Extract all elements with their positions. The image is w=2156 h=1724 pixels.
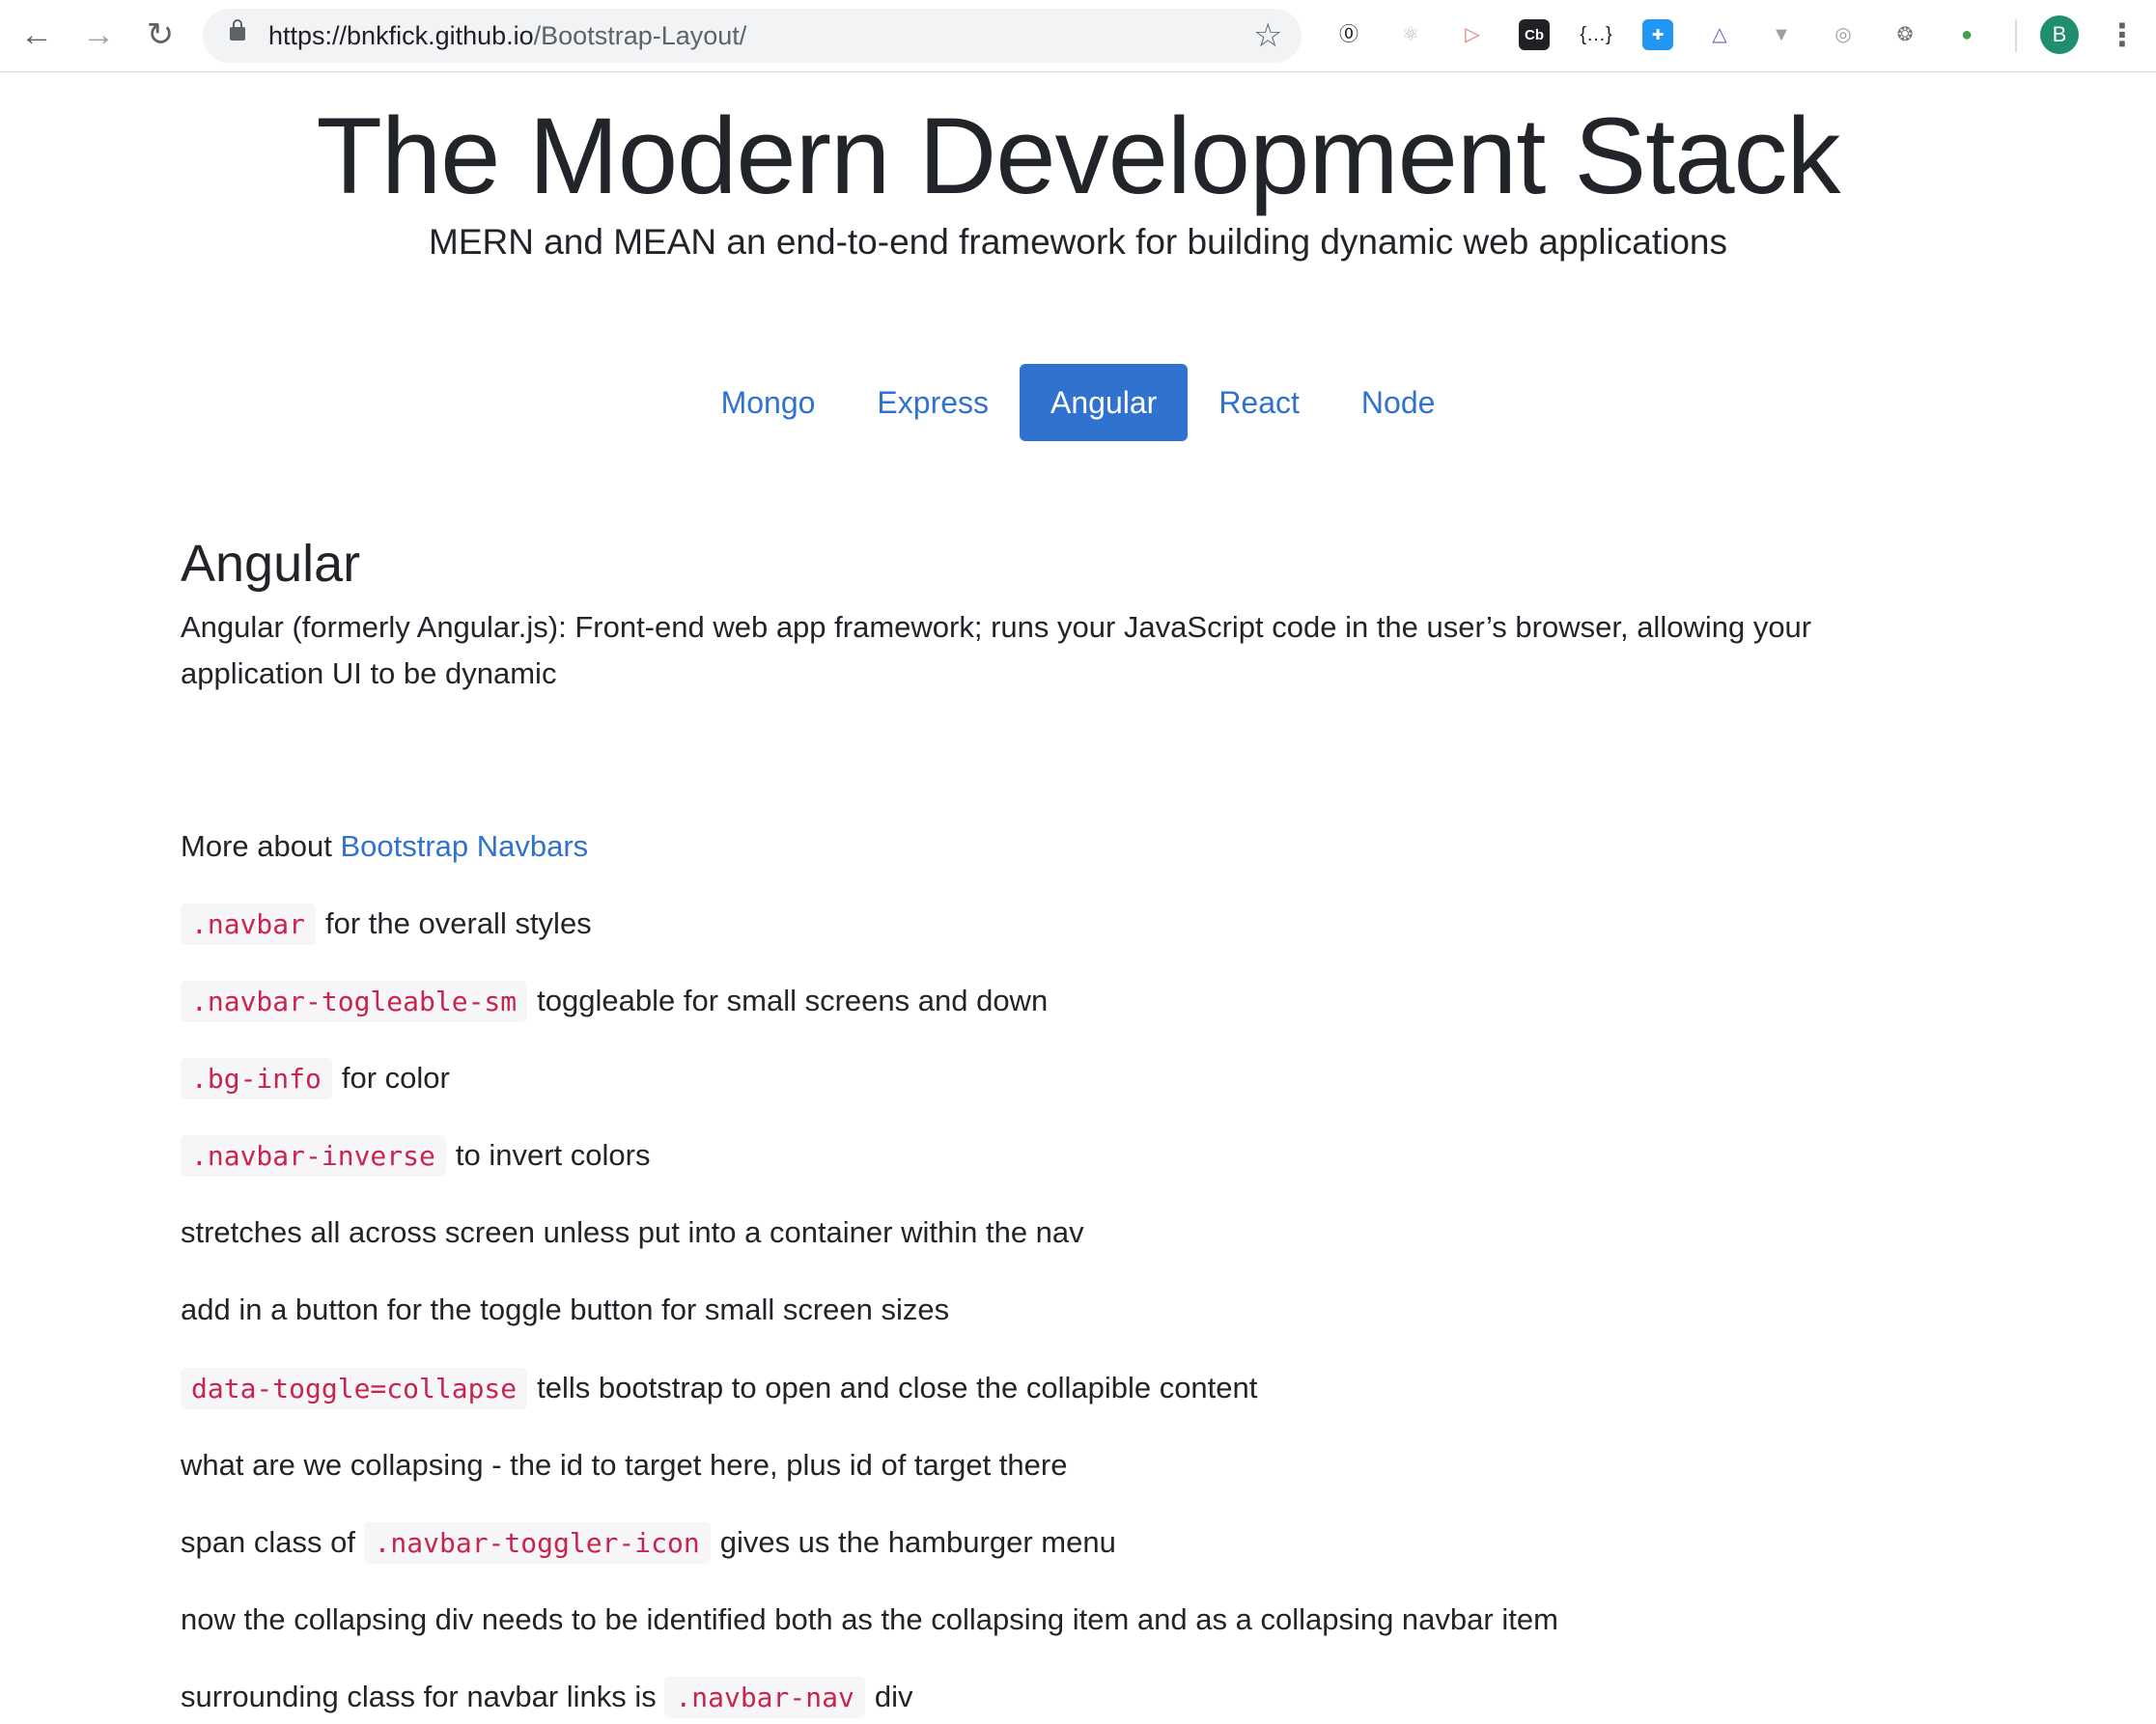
bug-icon[interactable]: ❂	[1890, 19, 1920, 50]
tab-react[interactable]: React	[1188, 364, 1330, 441]
onepassword-icon[interactable]: ⓪	[1333, 19, 1364, 50]
tab-mongo[interactable]: Mongo	[690, 364, 847, 441]
note-text: gives us the hamburger menu	[719, 1525, 1116, 1559]
code-snippet: .navbar-inverse	[181, 1135, 446, 1177]
vue-devtools-icon[interactable]: ▼	[1766, 19, 1797, 50]
note-item: what are we collapsing - the id to targe…	[181, 1442, 1067, 1488]
tab-content: Angular Angular (formerly Angular.js): F…	[181, 529, 1976, 697]
globe-icon[interactable]: ●	[1951, 19, 1982, 50]
code-snippet: .navbar	[181, 904, 317, 945]
note-text: to invert colors	[455, 1138, 651, 1172]
share-arrow-icon[interactable]: ▷	[1457, 19, 1488, 50]
bootstrap-navbars-link[interactable]: Bootstrap Navbars	[340, 829, 588, 863]
menu-kebab-icon[interactable]: ⋮	[2105, 15, 2140, 54]
bookmark-star-icon[interactable]: ☆	[1253, 16, 1282, 55]
profile-avatar[interactable]: B	[2040, 15, 2079, 54]
note-text: add in a button for the toggle button fo…	[181, 1293, 950, 1326]
react-devtools-icon[interactable]: ⚛	[1395, 19, 1426, 50]
page-subtitle: MERN and MEAN an end-to-end framework fo…	[429, 222, 1727, 262]
code-snippet: .bg-info	[181, 1058, 332, 1099]
more-about-label: More about	[181, 829, 341, 863]
ruler-icon[interactable]: △	[1704, 19, 1735, 50]
note-item: surrounding class for navbar links is .n…	[181, 1674, 912, 1721]
plus-extension-icon[interactable]: ✚	[1642, 19, 1673, 50]
browser-toolbar: ← → ↻ https://bnkfick.github.io/Bootstra…	[0, 0, 2156, 72]
stack-nav-pills: Mongo Express Angular React Node	[0, 364, 2156, 441]
note-text: now the collapsing div needs to be ident…	[181, 1602, 1558, 1636]
page-title: The Modern Development Stack	[316, 96, 1840, 216]
note-item: .navbar-inverse to invert colors	[181, 1132, 650, 1180]
note-item: span class of .navbar-toggler-icon gives …	[181, 1519, 1116, 1567]
tab-express[interactable]: Express	[846, 364, 1020, 441]
code-snippet: .navbar-nav	[664, 1677, 865, 1718]
note-item: stretches all across screen unless put i…	[181, 1210, 1084, 1256]
note-item: .navbar for the overall styles	[181, 901, 592, 948]
note-text: for color	[341, 1061, 450, 1095]
lock-icon	[230, 19, 245, 41]
json-viewer-icon[interactable]: {…}	[1580, 19, 1611, 50]
code-snippet: .navbar-toggler-icon	[363, 1522, 711, 1564]
reload-icon[interactable]: ↻	[139, 14, 182, 56]
address-bar[interactable]: https://bnkfick.github.io/Bootstrap-Layo…	[203, 9, 1302, 63]
note-text: what are we collapsing - the id to targe…	[181, 1448, 1068, 1482]
note-prefix: surrounding class for navbar links is	[181, 1680, 665, 1713]
toolbar-divider	[2015, 19, 2017, 52]
url-path: /Bootstrap-Layout/	[533, 21, 747, 50]
back-arrow-icon[interactable]: ←	[15, 14, 58, 56]
section-description: Angular (formerly Angular.js): Front-end…	[181, 610, 1812, 690]
code-snippet: data-toggle=collapse	[181, 1368, 528, 1409]
target-icon[interactable]: ◎	[1828, 19, 1859, 50]
note-item: .bg-info for color	[181, 1055, 450, 1102]
note-item: .navbar-togleable-sm toggleable for small…	[181, 978, 1048, 1025]
section-title: Angular	[181, 535, 361, 593]
code-snippet: .navbar-togleable-sm	[181, 981, 528, 1022]
url-host: https://bnkfick.github.io	[268, 21, 534, 50]
tab-node[interactable]: Node	[1330, 364, 1467, 441]
note-item: data-toggle=collapse tells bootstrap to o…	[181, 1365, 1257, 1412]
note-prefix: span class of	[181, 1525, 364, 1559]
url-text[interactable]: https://bnkfick.github.io/Bootstrap-Layo…	[268, 9, 746, 63]
tab-angular[interactable]: Angular	[1020, 364, 1189, 441]
note-text: div	[874, 1680, 913, 1713]
cb-icon[interactable]: Cb	[1519, 19, 1550, 50]
note-item: add in a button for the toggle button fo…	[181, 1287, 949, 1333]
more-about-line: More about Bootstrap Navbars	[181, 823, 588, 870]
note-text: toggleable for small screens and down	[537, 984, 1049, 1017]
note-text: stretches all across screen unless put i…	[181, 1215, 1084, 1249]
forward-arrow-icon[interactable]: →	[77, 14, 120, 56]
note-item: now the collapsing div needs to be ident…	[181, 1597, 1558, 1643]
note-text: for the overall styles	[325, 906, 592, 940]
note-text: tells bootstrap to open and close the co…	[537, 1371, 1258, 1404]
